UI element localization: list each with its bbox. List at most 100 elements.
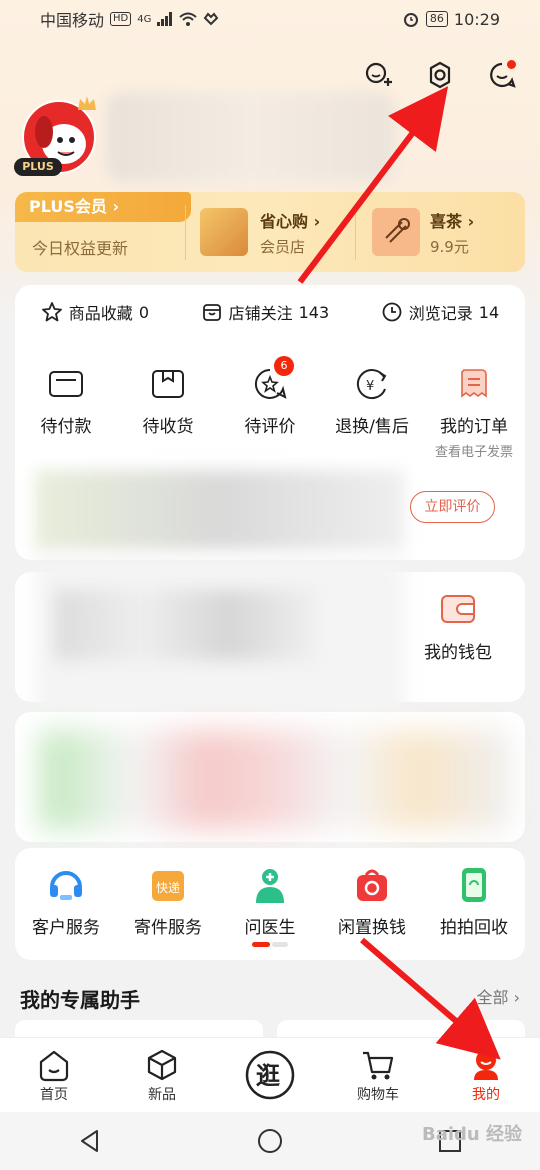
promo2-sub: 9.9元 [430, 238, 469, 256]
browse-icon: 逛 [245, 1050, 295, 1100]
wifi-icon [179, 12, 198, 26]
promo1-sub: 会员店 [260, 238, 306, 256]
stat-label: 浏览记录 [408, 304, 473, 323]
gear-icon [429, 61, 451, 89]
promo-tea-image[interactable] [372, 208, 420, 256]
stat-history[interactable]: 浏览记录 14 [381, 300, 499, 324]
order-pending-payment[interactable]: 待付款 [18, 362, 114, 460]
review-count-badge: 6 [274, 356, 294, 376]
order-pending-receipt[interactable]: 待收货 [120, 362, 216, 460]
order-label: 待收货 [142, 417, 194, 437]
tab-label: 购物车 [357, 1087, 399, 1103]
review-now-button[interactable]: 立即评价 [410, 491, 495, 523]
stat-favorites[interactable]: 商品收藏 0 [41, 300, 149, 324]
stat-shops[interactable]: 店铺关注 143 [201, 300, 330, 324]
tab-home[interactable]: 首页 [14, 1046, 94, 1104]
user-icon [474, 1050, 498, 1080]
tab-label: 新品 [148, 1087, 176, 1103]
tab-label: 首页 [40, 1087, 68, 1103]
star-icon [41, 302, 62, 322]
carrier-label: 中国移动 [40, 11, 105, 30]
services-row: 客户服务 快递 寄件服务 问医生 闲置换钱 拍拍回收 [15, 865, 525, 938]
service-label: 闲置换钱 [338, 918, 406, 938]
order-label: 待评价 [244, 417, 296, 437]
express-box-icon: 快递 [152, 871, 184, 901]
tab-label: 我的 [472, 1087, 500, 1103]
browse-icon-text: 逛 [256, 1062, 280, 1090]
headset-icon [50, 871, 82, 900]
card-icon [49, 371, 83, 397]
service-customer[interactable]: 客户服务 [18, 865, 114, 938]
service-label: 客户服务 [32, 918, 100, 938]
header-actions [358, 55, 522, 95]
stat-count: 14 [478, 302, 500, 322]
hd-badge: HD [110, 12, 132, 26]
promo1-title[interactable]: 省心购 › [260, 208, 320, 232]
service-label: 问医生 [244, 918, 296, 938]
username-blurred [106, 92, 396, 182]
tab-browse[interactable]: 逛 [230, 1045, 310, 1105]
service-label: 寄件服务 [134, 918, 202, 938]
banner-blurred [40, 730, 510, 830]
network-label: 4G [137, 13, 152, 25]
divider [355, 205, 356, 260]
stat-count: 0 [138, 302, 149, 322]
services-pager [252, 942, 288, 947]
service-express[interactable]: 快递 寄件服务 [120, 865, 216, 938]
signal-icon [157, 12, 173, 26]
order-pending-review[interactable]: 6 待评价 [222, 356, 318, 460]
order-label: 我的订单 [440, 417, 508, 437]
promo2-title[interactable]: 喜茶 › [430, 208, 474, 232]
tea-icon [385, 218, 410, 243]
stats-row: 商品收藏 0 店铺关注 143 浏览记录 14 [15, 300, 525, 324]
bottom-tabbar: 首页 新品 逛 购物车 我的 [0, 1037, 540, 1112]
assistant-all-link[interactable]: 全部 › [477, 984, 521, 1008]
tab-new[interactable]: 新品 [122, 1046, 202, 1104]
plus-member-sub: 今日权益更新 [32, 239, 129, 258]
service-label: 拍拍回收 [440, 918, 508, 938]
clock: 10:29 [453, 9, 500, 29]
cube-icon [147, 1049, 177, 1081]
service-paipai[interactable]: 拍拍回收 [426, 865, 522, 938]
order-after-sales[interactable]: ¥ 退换/售后 [324, 362, 420, 460]
divider [185, 205, 186, 260]
express-icon-text: 快递 [156, 881, 180, 895]
stat-label: 店铺关注 [228, 304, 293, 323]
home-circle-icon[interactable] [257, 1128, 283, 1154]
crown-icon [78, 96, 96, 110]
plus-tag: PLUS [14, 158, 62, 176]
settings-button[interactable] [420, 55, 460, 95]
tab-mine[interactable]: 我的 [446, 1046, 526, 1104]
order-list-icon [461, 369, 487, 398]
order-preview-blurred [35, 470, 405, 550]
home-icon [39, 1050, 69, 1082]
assets-values-blurred [55, 590, 315, 660]
wallet-label: 我的钱包 [424, 643, 492, 663]
wallet-entry[interactable]: 我的钱包 [410, 590, 506, 663]
service-idle-cash[interactable]: 闲置换钱 [324, 865, 420, 938]
add-friend-icon [365, 62, 392, 86]
pager-dot [272, 942, 288, 947]
stat-label: 商品收藏 [68, 304, 133, 323]
plus-member-label[interactable]: PLUS会员 › [15, 192, 191, 222]
battery-indicator: 86 [425, 11, 448, 27]
order-label: 待付款 [40, 417, 92, 437]
pager-dot-active [252, 942, 270, 947]
stat-count: 143 [298, 302, 330, 322]
promo-shop-image[interactable] [200, 208, 248, 256]
add-friend-button[interactable] [358, 55, 398, 95]
service-doctor[interactable]: 问医生 [222, 865, 318, 938]
svg-text:¥: ¥ [366, 379, 374, 394]
messages-button[interactable] [482, 55, 522, 95]
doctor-icon [256, 869, 284, 903]
tab-cart[interactable]: 购物车 [338, 1046, 418, 1104]
wallet-icon [441, 595, 475, 623]
invoice-link[interactable]: 查看电子发票 [426, 441, 522, 460]
assistant-title: 我的专属助手 [20, 988, 140, 1012]
recycle-bag-icon [357, 869, 387, 901]
order-status-row: 待付款 待收货 6 待评价 ¥ 退换/售后 我的订单 查看电子发票 [15, 356, 525, 460]
clock-icon [382, 302, 402, 322]
order-label: 退换/售后 [335, 417, 409, 437]
order-all[interactable]: 我的订单 查看电子发票 [426, 362, 522, 460]
back-icon[interactable] [77, 1128, 103, 1154]
